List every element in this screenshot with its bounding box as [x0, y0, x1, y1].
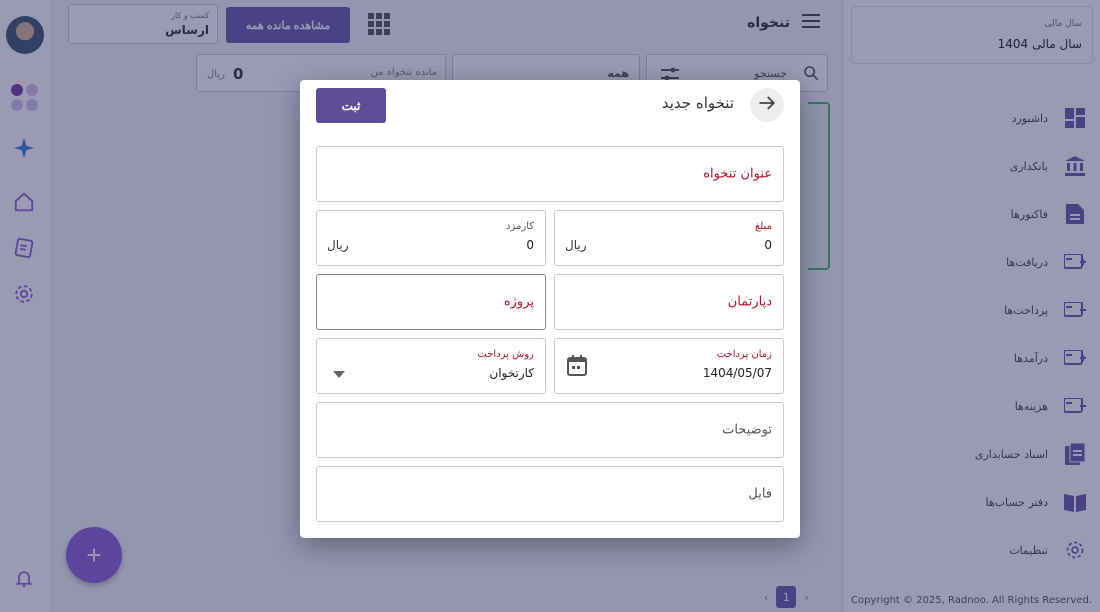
payment-time-field[interactable]: زمان پرداخت 1404/05/07 — [554, 338, 784, 394]
payment-time-label: زمان پرداخت — [716, 349, 772, 360]
fee-field[interactable]: کارمزد 0 ریال — [316, 210, 546, 266]
amount-value: 0 — [764, 238, 772, 252]
payment-method-label: روش پرداخت — [477, 349, 534, 360]
back-button[interactable] — [750, 88, 784, 122]
department-select[interactable]: دپارتمان — [554, 274, 784, 330]
fee-unit: ریال — [327, 238, 349, 252]
project-label: پروژه — [503, 294, 534, 310]
project-select[interactable]: پروژه — [316, 274, 546, 330]
description-field[interactable]: توضیحات — [316, 402, 784, 458]
payment-method-select[interactable]: روش پرداخت کارتخوان — [316, 338, 546, 394]
department-label: دپارتمان — [727, 294, 772, 310]
payment-method-value: کارتخوان — [489, 366, 534, 380]
payment-time-value: 1404/05/07 — [702, 366, 772, 380]
amount-unit: ریال — [565, 238, 587, 252]
submit-button[interactable]: ثبت — [316, 88, 386, 123]
file-label: فایل — [748, 486, 772, 502]
fee-label: کارمزد — [506, 221, 534, 232]
new-petty-cash-dialog: ثبت تنخواه جدید عنوان تنخواه مبلغ 0 ریال… — [300, 80, 800, 538]
title-field-label: عنوان تنخواه — [703, 166, 772, 182]
chevron-down-icon — [333, 363, 345, 382]
title-field[interactable]: عنوان تنخواه — [316, 146, 784, 202]
file-field[interactable]: فایل — [316, 466, 784, 522]
amount-label: مبلغ — [754, 221, 772, 232]
amount-field[interactable]: مبلغ 0 ریال — [554, 210, 784, 266]
dialog-title: تنخواه جدید — [661, 94, 734, 112]
arrow-right-icon — [758, 94, 776, 116]
fee-value: 0 — [526, 238, 534, 252]
description-label: توضیحات — [722, 422, 772, 438]
calendar-icon[interactable] — [567, 355, 587, 380]
